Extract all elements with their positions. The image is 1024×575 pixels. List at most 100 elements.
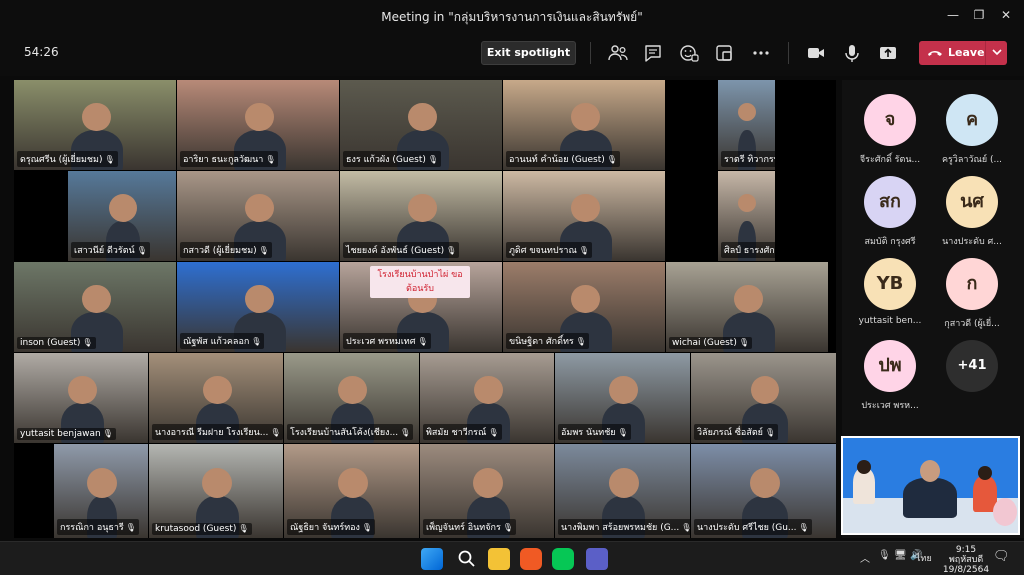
attendee-avatar-item[interactable]: คครูวิลาวัณย์ (... (932, 94, 1012, 165)
participant-video-tile[interactable]: ณัฐธิยา จันทร์ทอง 🎙 (284, 444, 419, 538)
participant-name: โรงเรียนบ้านสันโค้ง(เชียง... (290, 428, 399, 438)
participant-video-tile[interactable]: wichai (Guest) 🎙 (666, 262, 828, 352)
mic-muted-icon: 🎙 (104, 155, 115, 164)
attendee-avatar-item[interactable]: YB yuttasit ben... (850, 258, 930, 328)
participant-video-tile[interactable]: ราตรี ทิวากรพรรณราย🎙 (718, 80, 775, 170)
mic-muted-icon: 🎙 (400, 428, 411, 437)
participant-name: นางอารณี รีมฝาย โรงเรียน... (155, 428, 269, 438)
mic-muted-icon: 🎙 (417, 337, 428, 346)
camera-icon[interactable] (805, 42, 827, 64)
search-icon[interactable] (456, 548, 478, 570)
clock[interactable]: 9:15 พฤหัสบดี 19/8/2564 (936, 545, 996, 575)
participant-name-label: กรรณิกา อนุธารี 🎙 (57, 519, 139, 535)
participant-video-tile[interactable]: ศิลป์ ธารงศักดิ์มาก🎙 (718, 171, 775, 261)
mic-muted-icon: 🎙 (258, 246, 269, 255)
participant-name: กสาวดี (ผู้เยี่ยมชม) (183, 246, 257, 256)
participant-video-tile[interactable]: พิสมัย ชาวีกรณ์ 🎙 (420, 353, 554, 443)
participant-video-tile[interactable]: วิลัยภรณ์ ซื่อสัตย์ 🎙 (691, 353, 836, 443)
participant-video-tile[interactable]: นางอารณี รีมฝาย โรงเรียน... 🎙 (149, 353, 283, 443)
participant-name: นางประดับ ศรีไชย (Gu... (697, 523, 797, 533)
attendee-name: นางประดับ ศ... (942, 237, 1002, 247)
chevron-up-icon[interactable]: ︿ (860, 550, 870, 565)
participant-video-tile[interactable]: นางพิมพา สร้อยพรหมชัย (G... 🎙 (555, 444, 690, 538)
restore-icon[interactable]: ❐ (970, 6, 988, 24)
share-icon[interactable] (877, 42, 899, 64)
file-explorer-icon[interactable] (488, 548, 510, 570)
people-icon[interactable] (607, 42, 629, 64)
participant-name: นางพิมพา สร้อยพรหมชัย (G... (561, 523, 680, 533)
participant-video-tile[interactable]: โรงเรียนบ้านสันโค้ง(เชียง... 🎙 (284, 353, 419, 443)
leave-button[interactable]: Leave (919, 41, 1007, 65)
mic-tray-icon[interactable]: 🎙 (878, 550, 891, 561)
participant-video-tile[interactable]: อาริยา ธนะกูลวัฒนา 🎙 (177, 80, 339, 170)
participant-name-label: ไชยยงค์ อังพันธ์ (Guest) 🎙 (343, 242, 460, 258)
participant-video-tile[interactable]: ประเวศ พรหมเทศ 🎙 โรงเรียนบ้านป่าไผ่ ขอต้อน… (340, 262, 502, 352)
participant-video-tile[interactable]: อัมพร นันทชัย 🎙 (555, 353, 690, 443)
participant-video-tile[interactable]: ธงร แก้วผัง (Guest) 🎙 (340, 80, 502, 170)
attendee-name: ครูวิลาวัณย์ (... (941, 155, 1003, 165)
chevron-down-icon[interactable] (990, 45, 1004, 59)
line-app-icon[interactable] (552, 548, 574, 570)
exit-spotlight-button[interactable]: Exit spotlight (481, 41, 576, 65)
participant-name: inson (Guest) (20, 338, 81, 348)
participant-head (571, 284, 601, 314)
participant-video-tile[interactable]: ณัฐพัส แก้วคลอก 🎙 (177, 262, 339, 352)
notification-icon[interactable]: 🗨 (993, 549, 1010, 564)
participant-name-label: กสาวดี (ผู้เยี่ยมชม) 🎙 (180, 242, 272, 258)
teams-icon[interactable] (586, 548, 608, 570)
participant-video-tile[interactable]: ไชยยงค์ อังพันธ์ (Guest) 🎙 (340, 171, 502, 261)
participant-video-tile[interactable]: ขนิษฐิดา ศักดิ์ทร 🎙 (503, 262, 665, 352)
close-icon[interactable]: ✕ (997, 6, 1015, 24)
mic-muted-icon: 🎙 (798, 523, 809, 532)
mic-muted-icon: 🎙 (265, 155, 276, 164)
network-icon[interactable]: 🖥 (894, 550, 907, 561)
brave-browser-icon[interactable] (520, 548, 542, 570)
windows-start-icon[interactable] (421, 548, 443, 570)
participant-head (571, 102, 601, 132)
participant-name-label: วิลัยภรณ์ ซื่อสัตย์ 🎙 (694, 424, 779, 440)
participant-name: อาริยา ธนะกูลวัฒนา (183, 155, 264, 165)
attendee-avatar-item[interactable]: จจีระศักดิ์ รัตน... (850, 94, 930, 165)
participant-name: ประเวศ พรหมเทศ (346, 337, 416, 347)
participant-video-tile[interactable]: krutasood (Guest) 🎙 (149, 444, 283, 538)
participant-video-tile[interactable]: inson (Guest) 🎙 (14, 262, 176, 352)
participant-video-tile[interactable]: กรรณิกา อนุธารี 🎙 (54, 444, 148, 538)
mic-muted-icon: 🎙 (738, 338, 750, 347)
participant-name: wichai (Guest) (672, 338, 737, 348)
participant-video-tile[interactable]: yuttasit benjawan 🎙 (14, 353, 148, 443)
more-icon[interactable] (750, 42, 772, 64)
participant-name-label: wichai (Guest) 🎙 (669, 337, 753, 349)
participant-video-tile[interactable]: กสาวดี (ผู้เยี่ยมชม) 🎙 (177, 171, 339, 261)
participant-name-label: ศิลป์ ธารงศักดิ์มาก🎙 (721, 242, 775, 258)
participant-head (202, 467, 233, 498)
participant-name: ณัฐพัส แก้วคลอก (183, 337, 250, 347)
participant-name-label: พิสมัย ชาวีกรณ์ 🎙 (423, 424, 502, 440)
attendee-avatar-item[interactable]: สก สมบัติ กรุงศรี (850, 176, 930, 247)
participant-video-tile[interactable]: เสาวนีย์ ดีวรัตน์ 🎙 (68, 171, 176, 261)
participant-name: เสาวนีย์ ดีวรัตน์ (74, 246, 135, 256)
participant-name-label: นางอารณี รีมฝาย โรงเรียน... 🎙 (152, 424, 283, 440)
mic-icon[interactable] (841, 42, 863, 64)
attendee-avatar-item[interactable]: กกุสาวดี (ผู้เยี่... (932, 258, 1012, 329)
participant-video-tile[interactable]: ดรุณศรีน (ผู้เยี่ยมชม) 🎙 (14, 80, 176, 170)
participant-video-tile[interactable]: อานนท์ คำน้อย (Guest) 🎙 (503, 80, 665, 170)
participant-head (82, 284, 112, 314)
participant-name-label: ธงร แก้วผัง (Guest) 🎙 (343, 151, 442, 167)
share-tray-icon[interactable] (713, 42, 735, 64)
more-attendees-button[interactable]: +41 (932, 340, 1012, 410)
participant-video-tile[interactable]: ภูดิศ ขจนทปราณ 🎙 (503, 171, 665, 261)
mic-muted-icon: 🎙 (136, 246, 147, 255)
avatar: จ (864, 94, 916, 146)
participant-name-label: อาริยา ธนะกูลวัฒนา 🎙 (180, 151, 279, 167)
minimize-icon[interactable]: — (944, 6, 962, 24)
participant-video-tile[interactable]: เพ็ญจันทร์ อินทจักร 🎙 (420, 444, 554, 538)
attendee-avatar-item[interactable]: นศ นางประดับ ศ... (932, 176, 1012, 247)
participant-head (608, 467, 639, 498)
participant-head (408, 102, 438, 132)
self-view-video[interactable] (841, 436, 1020, 535)
reactions-icon[interactable] (678, 42, 700, 64)
attendee-avatar-item[interactable]: ปพ ประเวศ พรห... (850, 340, 930, 411)
language-indicator[interactable]: ไทย (916, 551, 932, 565)
chat-icon[interactable] (642, 42, 664, 64)
participant-video-tile[interactable]: นางประดับ ศรีไชย (Gu... 🎙 (691, 444, 836, 538)
